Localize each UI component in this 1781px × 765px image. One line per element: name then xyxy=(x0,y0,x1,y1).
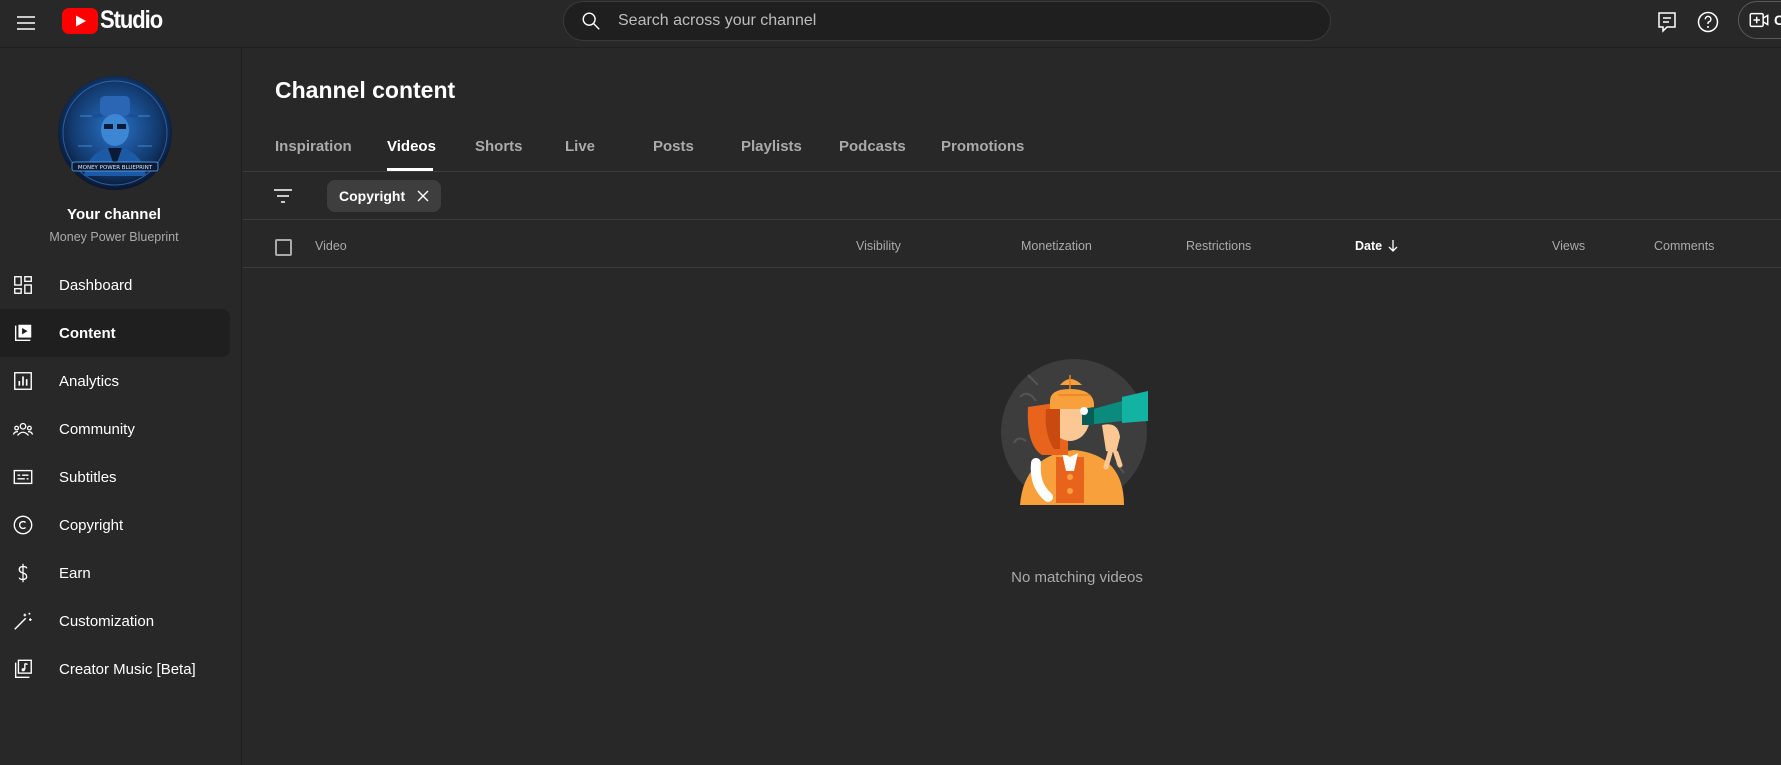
column-date[interactable]: Date xyxy=(1355,239,1400,253)
column-views: Views xyxy=(1552,239,1586,253)
sort-down-arrow-icon xyxy=(1388,240,1398,252)
channel-name: Money Power Blueprint xyxy=(49,230,179,244)
avatar-caption: MONEY POWER BLUEPRINT xyxy=(78,165,153,171)
sidebar-item-label: Analytics xyxy=(59,372,120,390)
tab-label: Playlists xyxy=(741,138,802,155)
sidebar-item-analytics[interactable]: Analytics xyxy=(0,357,230,405)
studio-logo-text: Studio xyxy=(100,6,163,34)
filter-chip-copyright[interactable]: Copyright xyxy=(327,180,442,212)
sidebar-nav: Dashboard Content Analytics Community Su… xyxy=(0,261,230,693)
community-icon xyxy=(12,422,34,436)
tab-label: Promotions xyxy=(941,138,1025,155)
column-visibility: Visibility xyxy=(856,239,901,253)
content-tabs: Inspiration Videos Shorts Live Posts Pla… xyxy=(275,132,1031,171)
feedback-icon[interactable] xyxy=(1655,10,1679,34)
sidebar-item-label: Dashboard xyxy=(59,276,133,294)
tab-live[interactable]: Live xyxy=(565,132,597,171)
your-channel-label[interactable]: Your channel xyxy=(0,206,228,223)
dashboard-icon xyxy=(14,276,32,294)
filter-divider xyxy=(243,219,1781,220)
main-content: Channel content Inspiration Videos Short… xyxy=(243,48,1781,765)
top-bar: Studio C xyxy=(0,0,1781,48)
sidebar-item-content[interactable]: Content xyxy=(0,309,230,357)
magic-wand-icon xyxy=(14,612,32,630)
column-video: Video xyxy=(315,239,347,253)
tab-posts[interactable]: Posts xyxy=(653,132,695,171)
sidebar-item-earn[interactable]: Earn xyxy=(0,549,230,597)
column-restrictions: Restrictions xyxy=(1186,239,1252,253)
tab-label: Shorts xyxy=(475,138,523,155)
music-icon xyxy=(14,659,32,678)
sidebar-item-community[interactable]: Community xyxy=(0,405,230,453)
content-icon xyxy=(14,324,32,342)
sidebar-item-label: Earn xyxy=(59,564,91,582)
empty-state-message: No matching videos xyxy=(1011,569,1143,586)
menu-icon[interactable] xyxy=(14,11,38,35)
tab-label: Podcasts xyxy=(839,138,906,155)
close-icon[interactable] xyxy=(415,188,431,204)
create-video-icon xyxy=(1749,12,1769,28)
avatar-image: MONEY POWER BLUEPRINT xyxy=(58,76,172,190)
youtube-logo-icon xyxy=(62,7,98,34)
tab-promotions[interactable]: Promotions xyxy=(941,132,1031,171)
select-all-checkbox[interactable] xyxy=(275,239,292,256)
tab-inspiration[interactable]: Inspiration xyxy=(275,132,387,171)
tabs-divider xyxy=(243,171,1781,172)
analytics-icon xyxy=(14,372,32,390)
header-divider xyxy=(243,267,1781,268)
search-icon[interactable] xyxy=(580,10,602,32)
sidebar: MONEY POWER BLUEPRINT Your channel Money… xyxy=(0,48,242,765)
column-comments: Comments xyxy=(1654,239,1715,253)
tab-podcasts[interactable]: Podcasts xyxy=(839,132,907,171)
create-button-label: C xyxy=(1774,12,1781,28)
sidebar-item-subtitles[interactable]: Subtitles xyxy=(0,453,230,501)
sidebar-item-label: Community xyxy=(59,420,135,438)
sidebar-item-copyright[interactable]: Copyright xyxy=(0,501,230,549)
subtitles-icon xyxy=(13,469,33,485)
create-button[interactable]: C xyxy=(1738,1,1781,39)
page-title: Channel content xyxy=(275,77,456,103)
sidebar-item-creator-music[interactable]: Creator Music [Beta] xyxy=(0,645,230,693)
tab-label: Live xyxy=(565,138,596,155)
tab-label: Posts xyxy=(653,138,694,155)
column-date-label: Date xyxy=(1355,239,1383,253)
tab-label: Videos xyxy=(387,138,436,155)
table-header: Video Visibility Monetization Restrictio… xyxy=(243,223,1781,271)
dollar-icon xyxy=(18,563,28,583)
help-icon[interactable] xyxy=(1696,10,1720,34)
copyright-icon xyxy=(13,515,33,535)
search-input[interactable] xyxy=(618,12,1298,30)
column-monetization: Monetization xyxy=(1021,239,1092,253)
tab-label: Inspiration xyxy=(275,138,352,155)
sidebar-item-customization[interactable]: Customization xyxy=(0,597,230,645)
studio-logo[interactable]: Studio xyxy=(62,6,171,35)
tab-shorts[interactable]: Shorts xyxy=(475,132,537,171)
sidebar-item-label: Subtitles xyxy=(59,468,117,486)
sidebar-item-label: Content xyxy=(59,324,116,342)
sidebar-item-label: Copyright xyxy=(59,516,124,534)
tab-playlists[interactable]: Playlists xyxy=(741,132,805,171)
sidebar-item-dashboard[interactable]: Dashboard xyxy=(0,261,230,309)
tab-videos[interactable]: Videos xyxy=(387,132,436,171)
channel-avatar[interactable]: MONEY POWER BLUEPRINT xyxy=(58,76,172,190)
sidebar-item-label: Creator Music [Beta] xyxy=(59,660,196,678)
sidebar-item-label: Customization xyxy=(59,612,155,630)
empty-state-illustration xyxy=(1001,359,1148,505)
filter-icon[interactable] xyxy=(271,184,295,208)
filter-chip-label: Copyright xyxy=(339,188,406,204)
search-bar[interactable] xyxy=(563,1,1331,41)
